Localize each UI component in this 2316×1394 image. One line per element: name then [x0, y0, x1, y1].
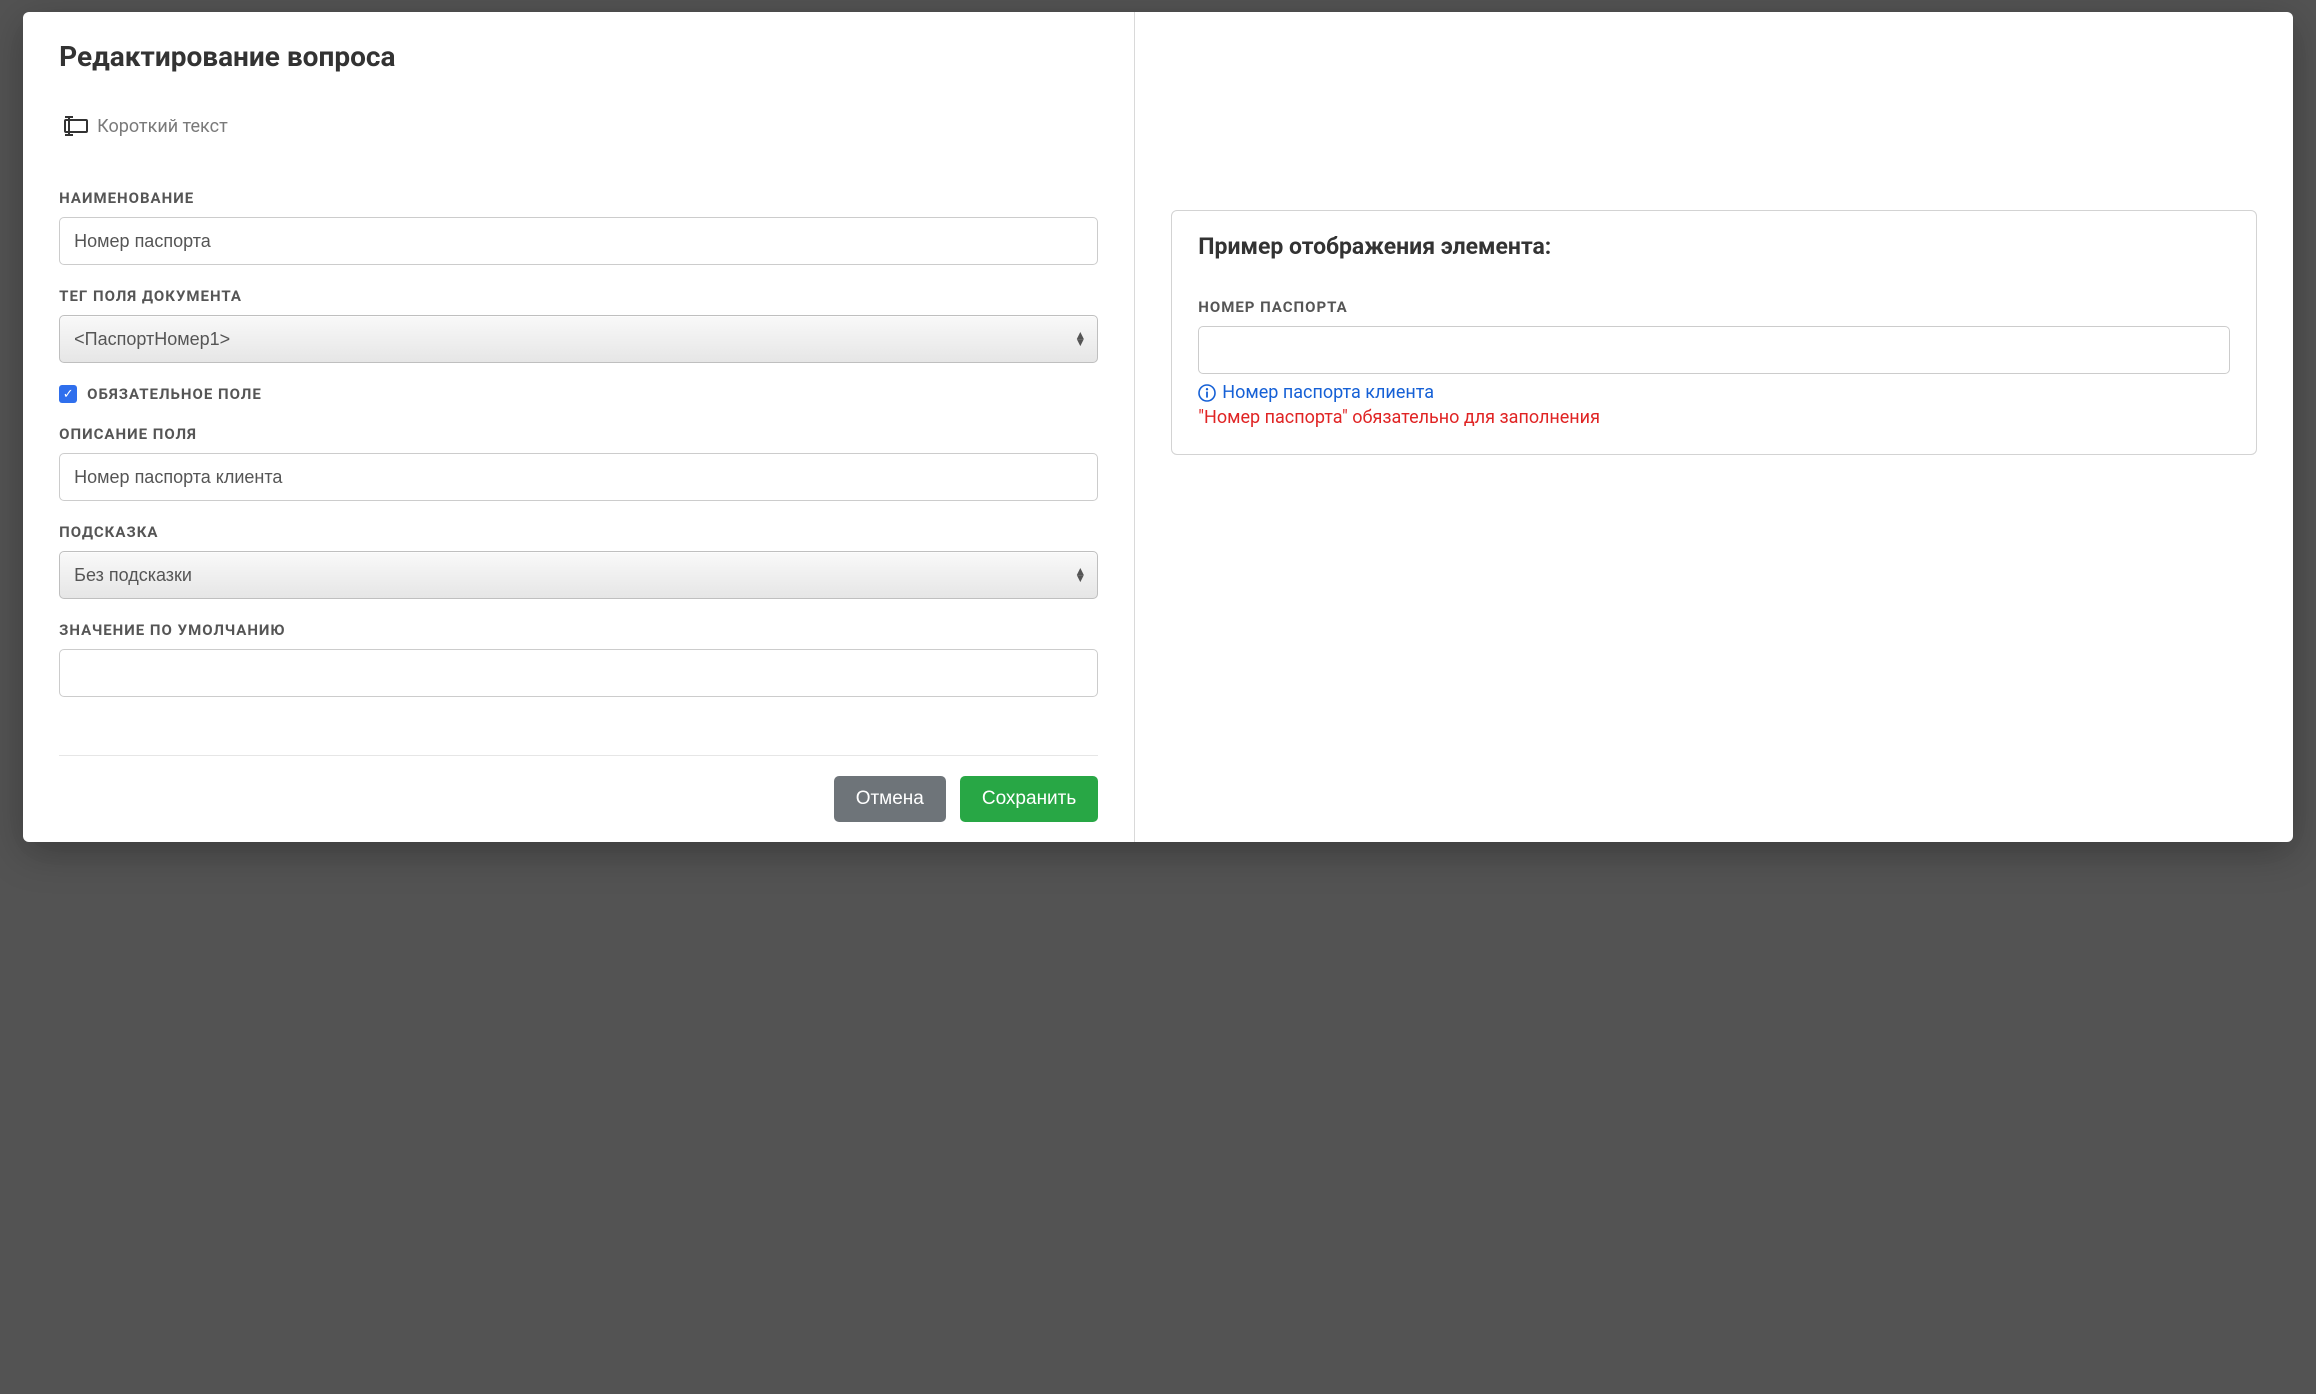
modal-footer: Отмена Сохранить	[59, 755, 1098, 822]
cancel-button[interactable]: Отмена	[834, 776, 946, 822]
preview-hint-text: Номер паспорта клиента	[1222, 382, 1434, 403]
desc-input[interactable]	[59, 453, 1098, 501]
hint-select[interactable]: Без подсказки	[59, 551, 1098, 599]
default-input[interactable]	[59, 649, 1098, 697]
short-text-icon	[59, 115, 89, 137]
modal-backdrop: Редактирование вопроса Короткий текст НА…	[0, 0, 2316, 1394]
question-type-row: Короткий текст	[59, 115, 1098, 137]
name-label: НАИМЕНОВАНИЕ	[59, 189, 1098, 207]
tag-group: ТЕГ ПОЛЯ ДОКУМЕНТА <ПаспортНомер1> ▲▼	[59, 287, 1098, 363]
default-label: ЗНАЧЕНИЕ ПО УМОЛЧАНИЮ	[59, 621, 1098, 639]
hint-label: ПОДСКАЗКА	[59, 523, 1098, 541]
preview-field-input[interactable]	[1198, 326, 2230, 374]
form-pane: Редактирование вопроса Короткий текст НА…	[23, 12, 1135, 842]
tag-label: ТЕГ ПОЛЯ ДОКУМЕНТА	[59, 287, 1098, 305]
edit-question-modal: Редактирование вопроса Короткий текст НА…	[23, 12, 2293, 842]
preview-error-text: "Номер паспорта" обязательно для заполне…	[1198, 407, 2230, 428]
form-body: НАИМЕНОВАНИЕ ТЕГ ПОЛЯ ДОКУМЕНТА <Паспорт…	[59, 189, 1098, 739]
preview-hint: Номер паспорта клиента	[1198, 382, 2230, 403]
preview-pane: Пример отображения элемента: НОМЕР ПАСПО…	[1135, 12, 2293, 842]
preview-field-label: НОМЕР ПАСПОРТА	[1198, 298, 2230, 316]
question-type-label: Короткий текст	[97, 116, 228, 137]
desc-label: ОПИСАНИЕ ПОЛЯ	[59, 425, 1098, 443]
hint-group: ПОДСКАЗКА Без подсказки ▲▼	[59, 523, 1098, 599]
desc-group: ОПИСАНИЕ ПОЛЯ	[59, 425, 1098, 501]
save-button[interactable]: Сохранить	[960, 776, 1098, 822]
preview-title: Пример отображения элемента:	[1198, 233, 2230, 260]
preview-box: Пример отображения элемента: НОМЕР ПАСПО…	[1171, 210, 2257, 455]
info-icon	[1198, 384, 1216, 402]
required-label: ОБЯЗАТЕЛЬНОЕ ПОЛЕ	[87, 385, 262, 403]
default-group: ЗНАЧЕНИЕ ПО УМОЛЧАНИЮ	[59, 621, 1098, 697]
name-group: НАИМЕНОВАНИЕ	[59, 189, 1098, 265]
required-checkbox[interactable]: ✓	[59, 385, 77, 403]
tag-select[interactable]: <ПаспортНомер1>	[59, 315, 1098, 363]
name-input[interactable]	[59, 217, 1098, 265]
required-checkbox-row[interactable]: ✓ ОБЯЗАТЕЛЬНОЕ ПОЛЕ	[59, 385, 1098, 403]
modal-title: Редактирование вопроса	[59, 40, 1098, 73]
